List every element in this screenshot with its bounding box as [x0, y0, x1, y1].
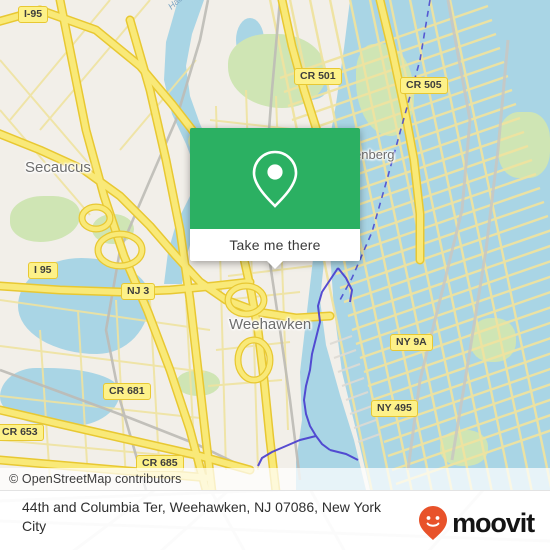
- footer-bar: 44th and Columbia Ter, Weehawken, NJ 070…: [0, 490, 550, 550]
- road-shield: NJ 3: [121, 283, 156, 300]
- road-shield: I 95: [28, 262, 58, 279]
- road-shield: I-95: [18, 6, 49, 23]
- screenshot-root: I-95 CR 501 CR 505 I 95 NJ 3 NY 9A CR 681 NY 49…: [0, 0, 550, 550]
- moovit-brand-logo[interactable]: moovit: [418, 505, 535, 541]
- road-shield: CR 501: [294, 68, 342, 85]
- moovit-wordmark: moovit: [452, 507, 535, 538]
- place-label: enberg: [354, 147, 395, 162]
- take-me-there-button[interactable]: Take me there: [229, 237, 320, 253]
- road-shield: NY 9A: [390, 334, 433, 351]
- place-label: Weehawken: [229, 316, 312, 333]
- map-canvas[interactable]: I-95 CR 501 CR 505 I 95 NJ 3 NY 9A CR 681 NY 49…: [0, 0, 550, 490]
- map-pin-icon: [252, 150, 298, 208]
- osm-attribution-text[interactable]: © OpenStreetMap contributors: [0, 472, 182, 486]
- moovit-smiley-pin-icon: [419, 506, 448, 540]
- road-shield: CR 681: [103, 383, 151, 400]
- address-text: 44th and Columbia Ter, Weehawken, NJ 070…: [22, 499, 382, 534]
- road-shield: CR 505: [400, 77, 448, 94]
- popup-action-row[interactable]: Take me there: [190, 229, 360, 269]
- osm-attribution-bar: © OpenStreetMap contributors: [0, 468, 550, 490]
- place-label: Secaucus: [25, 159, 91, 176]
- road-shield: NY 495: [371, 400, 418, 417]
- popup-pointer-tail: [267, 261, 283, 269]
- popup-header: [190, 128, 360, 229]
- location-popup-card[interactable]: Take me there: [190, 128, 360, 269]
- road-shield: CR 653: [0, 424, 44, 441]
